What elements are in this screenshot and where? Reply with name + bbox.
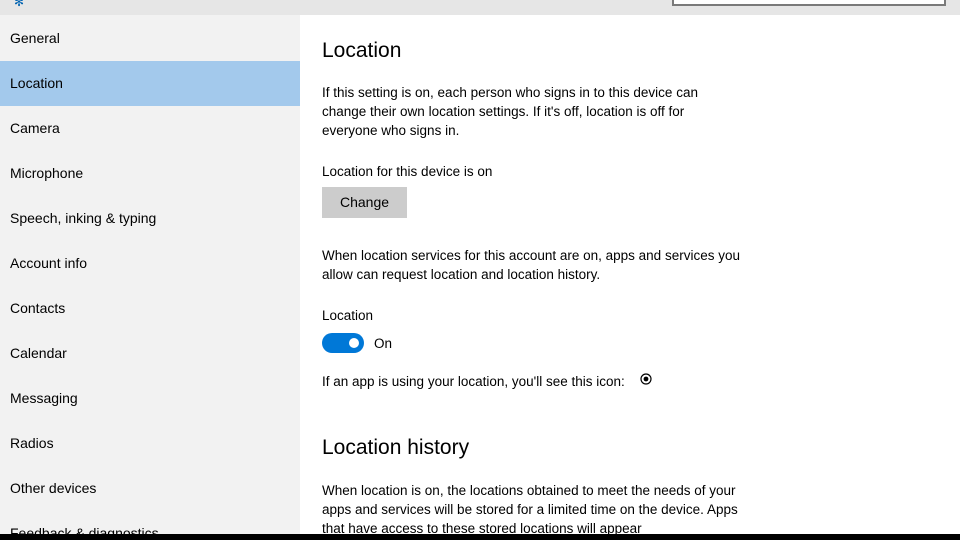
location-toggle[interactable] <box>322 333 364 353</box>
sidebar-item-camera[interactable]: Camera <box>0 106 300 151</box>
sidebar-item-speech[interactable]: Speech, inking & typing <box>0 196 300 241</box>
sidebar-item-messaging[interactable]: Messaging <box>0 376 300 421</box>
search-box[interactable] <box>672 0 946 6</box>
taskbar <box>0 534 960 540</box>
sidebar-item-calendar[interactable]: Calendar <box>0 331 300 376</box>
sidebar-item-other-devices[interactable]: Other devices <box>0 466 300 511</box>
sidebar-item-account-info[interactable]: Account info <box>0 241 300 286</box>
change-button[interactable]: Change <box>322 187 407 218</box>
sidebar-item-general[interactable]: General <box>0 16 300 61</box>
toggle-label: Location <box>322 308 374 323</box>
settings-gear-icon: ✻ <box>14 0 25 9</box>
location-history-title: Location history <box>322 436 470 459</box>
toggle-knob <box>349 338 359 348</box>
main-content: Location If this setting is on, each per… <box>322 15 942 535</box>
page-title: Location <box>322 39 402 62</box>
services-text: When location services for this account … <box>322 248 740 282</box>
history-text: When location is on, the locations obtai… <box>322 483 738 535</box>
device-status-text: Location for this device is on <box>322 164 493 179</box>
sidebar-item-location[interactable]: Location <box>0 61 300 106</box>
toggle-state-text: On <box>374 336 393 351</box>
intro-text: If this setting is on, each person who s… <box>322 85 698 138</box>
icon-hint-text: If an app is using your location, you'll… <box>322 374 625 389</box>
sidebar-item-radios[interactable]: Radios <box>0 421 300 466</box>
title-bar: ✻ <box>0 0 960 15</box>
sidebar-item-contacts[interactable]: Contacts <box>0 286 300 331</box>
sidebar: General Location Camera Microphone Speec… <box>0 15 300 535</box>
sidebar-item-feedback[interactable]: Feedback & diagnostics <box>0 511 300 535</box>
sidebar-item-microphone[interactable]: Microphone <box>0 151 300 196</box>
location-in-use-icon <box>640 372 652 385</box>
